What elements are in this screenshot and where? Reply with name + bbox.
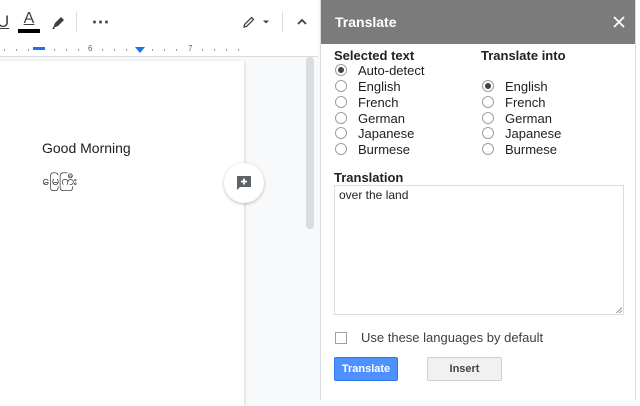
ruler-tick — [238, 49, 239, 51]
add-comment-icon — [237, 176, 251, 190]
sidebar-header: Translate — [321, 0, 637, 44]
chevron-down-icon — [263, 20, 269, 24]
insert-button[interactable]: Insert — [427, 357, 502, 381]
sidebar-title: Translate — [335, 14, 397, 30]
editing-mode-button[interactable] — [238, 10, 274, 34]
source-option-auto-detect[interactable]: Auto-detect — [335, 62, 425, 78]
source-option-french[interactable]: French — [335, 94, 398, 110]
ruler-tick — [28, 49, 29, 51]
target-heading: Translate into — [481, 48, 566, 63]
source-option-english[interactable]: English — [335, 78, 401, 94]
default-languages-checkbox[interactable] — [335, 331, 347, 344]
window-edge — [635, 0, 640, 400]
target-option-english[interactable]: English — [482, 78, 548, 94]
ruler-tick — [16, 49, 17, 51]
ruler-tick — [214, 49, 215, 51]
source-option-japanese[interactable]: Japanese — [335, 125, 414, 141]
first-line-indent-marker[interactable] — [33, 47, 45, 50]
toolbar-divider — [76, 12, 77, 32]
text-color-icon: A — [23, 10, 35, 27]
default-languages-option[interactable]: Use these languages by default — [335, 330, 543, 345]
resize-handle[interactable] — [616, 307, 622, 313]
source-heading: Selected text — [334, 48, 415, 63]
more-icon: ⋯ — [91, 11, 111, 32]
default-languages-label: Use these languages by default — [361, 330, 544, 345]
translate-sidebar: Translate Selected text Auto-detect Engl… — [320, 0, 637, 400]
highlight-pen-icon — [52, 17, 64, 29]
pencil-icon — [243, 16, 255, 28]
document-text-line[interactable]: Good Morning — [42, 140, 131, 156]
radio-button[interactable] — [335, 127, 347, 139]
ruler-tick — [66, 49, 67, 51]
toolbar-divider — [282, 12, 283, 32]
document-scrollbar[interactable] — [306, 57, 314, 400]
ruler-tick — [4, 49, 5, 51]
translation-output[interactable]: over the land — [334, 185, 624, 315]
ruler-tick — [176, 49, 177, 51]
target-option-french[interactable]: French — [482, 94, 545, 110]
radio-button[interactable] — [482, 143, 494, 155]
radio-button[interactable] — [335, 64, 347, 76]
translate-button[interactable]: Translate — [334, 357, 398, 381]
radio-button[interactable] — [482, 80, 494, 92]
document-canvas: Good Morning မြေကြီး — [0, 57, 318, 406]
ruler-tick — [78, 49, 79, 51]
close-button[interactable] — [609, 12, 629, 32]
horizontal-ruler: 6 7 — [0, 44, 318, 57]
ruler-tick — [114, 49, 115, 51]
scrollbar-thumb[interactable] — [306, 57, 314, 229]
document-text-line[interactable]: မြေကြီး — [42, 173, 77, 192]
translation-text: over the land — [339, 188, 409, 202]
ruler-tick — [126, 49, 127, 51]
source-option-burmese[interactable]: Burmese — [335, 141, 410, 157]
translation-label: Translation — [334, 170, 404, 185]
add-comment-button[interactable] — [224, 163, 264, 203]
source-option-german[interactable]: German — [335, 110, 405, 126]
chevron-up-icon — [297, 18, 307, 25]
ruler-tick — [152, 49, 153, 51]
radio-button[interactable] — [482, 96, 494, 108]
docs-toolbar: U A ⋯ — [0, 0, 318, 45]
underline-icon: U — [0, 12, 10, 31]
target-option-japanese[interactable]: Japanese — [482, 125, 561, 141]
highlight-color-button[interactable] — [48, 10, 70, 34]
target-option-burmese[interactable]: Burmese — [482, 141, 557, 157]
ruler-tick — [164, 49, 165, 51]
target-option-german[interactable]: German — [482, 110, 552, 126]
hide-menus-button[interactable] — [290, 10, 314, 34]
underline-button[interactable]: U — [0, 10, 12, 34]
more-button[interactable]: ⋯ — [88, 10, 114, 34]
ruler-tick — [102, 49, 103, 51]
right-indent-marker[interactable] — [135, 47, 145, 53]
radio-button[interactable] — [335, 112, 347, 124]
ruler-number: 7 — [188, 44, 193, 53]
ruler-number: 6 — [88, 44, 93, 53]
radio-button[interactable] — [335, 143, 347, 155]
text-color-swatch — [18, 29, 40, 33]
text-color-button[interactable]: A — [16, 10, 42, 34]
radio-button[interactable] — [335, 96, 347, 108]
document-page[interactable]: Good Morning မြေကြီး — [0, 61, 244, 406]
ruler-tick — [54, 49, 55, 51]
ruler-tick — [202, 49, 203, 51]
radio-button[interactable] — [335, 80, 347, 92]
radio-button[interactable] — [482, 112, 494, 124]
radio-button[interactable] — [482, 127, 494, 139]
close-icon — [613, 16, 625, 28]
ruler-tick — [226, 49, 227, 51]
